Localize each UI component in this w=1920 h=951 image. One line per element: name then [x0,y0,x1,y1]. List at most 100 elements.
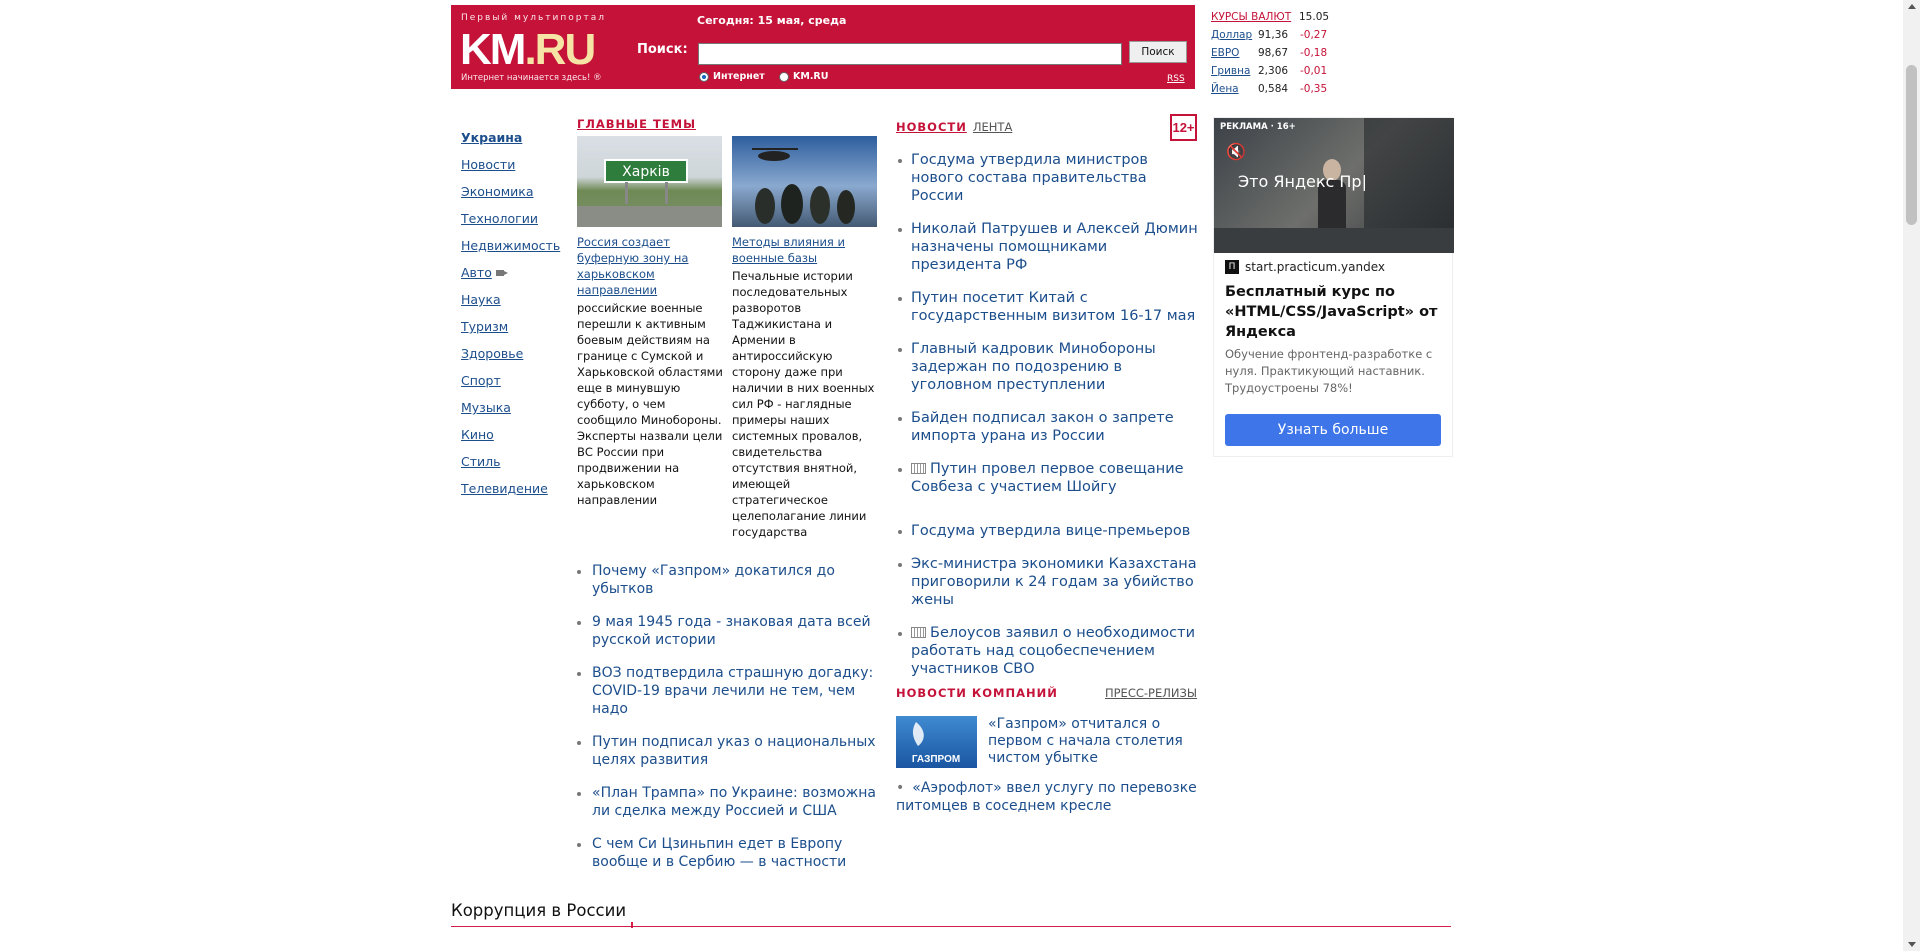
theme-image-soldiers[interactable] [732,136,877,227]
nav-item: Туризм [461,313,560,340]
ad-domain[interactable]: Пstart.practicum.yandex [1225,260,1385,274]
section-title-corruption[interactable]: Коррупция в России [451,901,626,920]
company-news-item[interactable]: «Газпром» отчитался о первом с начала ст… [988,716,1203,767]
nav-link-science[interactable]: Наука [461,292,501,307]
nav-link-health[interactable]: Здоровье [461,346,523,361]
page: Первый мультипортал KM.RU Интернет начин… [451,0,1454,951]
nav-link-economy[interactable]: Экономика [461,184,534,199]
site-logo[interactable]: KM.RU [460,25,596,74]
nav-link-music[interactable]: Музыка [461,400,511,415]
main-themes-title[interactable]: ГЛАВНЫЕ ТЕМЫ [577,117,696,131]
news-item[interactable]: Госдума утвердила вице-премьеров [896,522,1202,540]
theme-card: Харків Россия создает буферную зону на х… [577,136,723,508]
list-item[interactable]: ВОЗ подтвердила страшную догадку: COVID-… [577,664,881,718]
mute-icon[interactable]: 🔇 [1226,142,1246,161]
ad-cta-button[interactable]: Узнать больше [1225,414,1441,446]
yandex-ad[interactable]: РЕКЛАМА · 16+ 🔇 Это Яндекс Пр| Пstart.pr… [1213,117,1454,457]
list-item[interactable]: 9 мая 1945 года - знаковая дата всей рус… [577,613,881,649]
nav-item: Спорт [461,367,560,394]
search-button[interactable]: Поиск [1129,41,1187,63]
rate-change: -0,27 [1300,29,1328,41]
nav-link-auto[interactable]: Авто [461,265,492,280]
press-releases-link[interactable]: ПРЕСС-РЕЛИЗЫ [1105,686,1197,700]
news-tabs: НОВОСТИ ЛЕНТА [896,120,1012,134]
news-item[interactable]: Путин посетит Китай с государственным ви… [896,289,1202,325]
search-input[interactable] [698,43,1122,65]
scroll-up-arrow-icon[interactable] [1908,4,1916,9]
news-item[interactable]: Белоусов заявил о необходимости работать… [896,624,1202,678]
nav-link-style[interactable]: Стиль [461,454,501,469]
ad-headline[interactable]: Бесплатный курс по «HTML/CSS/JavaScript»… [1225,282,1445,342]
rate-row: Гривна 2,306 -0,01 [1211,62,1329,80]
ad-label: РЕКЛАМА · 16+ [1220,122,1296,132]
list-item[interactable]: С чем Си Цзиньпин едет в Европу вообще и… [577,835,881,871]
scroll-down-arrow-icon[interactable] [1908,942,1916,947]
nav-link-cinema[interactable]: Кино [461,427,494,442]
rate-value: 91,36 [1258,29,1289,41]
list-item[interactable]: Путин подписал указ о национальных целях… [577,733,881,769]
theme-image-kharkiv[interactable]: Харків [577,136,722,227]
nav-link-tourism[interactable]: Туризм [461,319,508,334]
nav-item: Авто [461,259,560,286]
nav-link-tech[interactable]: Технологии [461,211,538,226]
nav-item: Кино [461,421,560,448]
video-icon [911,627,926,638]
nav-item: Наука [461,286,560,313]
nav-item: Телевидение [461,475,560,502]
tab-feed[interactable]: ЛЕНТА [973,120,1012,134]
scrollbar-thumb[interactable] [1906,65,1917,225]
list-item[interactable]: Почему «Газпром» докатился до убытков [577,562,881,598]
rate-name[interactable]: Гривна [1211,65,1258,77]
nav-link-news[interactable]: Новости [461,157,515,172]
tagline: Интернет начинается здесь! ® [461,73,602,83]
page-scrollbar[interactable] [1903,0,1920,951]
search-label: Поиск: [637,42,688,57]
gazprom-logo-image[interactable]: ГАЗПРОМ [896,716,977,768]
list-item[interactable]: «План Трампа» по Украине: возможна ли сд… [577,784,881,820]
rss-link[interactable]: RSS [1167,74,1185,84]
gazprom-logo-text: ГАЗПРОМ [912,754,960,765]
rate-name[interactable]: ЕВРО [1211,47,1258,59]
news-item-text: Путин провел первое совещание Совбеза с … [911,461,1184,495]
section-divider [451,926,1451,927]
news-item[interactable]: Экс-министра экономики Казахстана пригов… [896,555,1202,609]
rate-value: 0,584 [1258,83,1289,95]
rate-name[interactable]: Йена [1211,83,1258,95]
theme-caption[interactable]: Методы влияния и военные базы [732,234,878,266]
news-item[interactable]: Госдума утвердила министров нового соста… [896,151,1202,205]
nav-item: Новости [461,151,560,178]
nav-link-realty[interactable]: Недвижимость [461,238,560,253]
logo-tld: .RU [524,25,596,74]
currency-rates: КУРСЫ ВАЛЮТ 15.05 Доллар 91,36 -0,27 ЕВРО 98… [1211,8,1329,98]
rate-row: ЕВРО 98,67 -0,18 [1211,44,1329,62]
news-item[interactable]: Главный кадровик Минобороны задержан по … [896,340,1202,394]
rates-title[interactable]: КУРСЫ ВАЛЮТ [1211,11,1299,23]
radio-checked-icon [699,71,709,82]
news-item[interactable]: Путин провел первое совещание Совбеза с … [896,460,1202,496]
company-news-item[interactable]: • «Аэрофлот» ввел услугу по перевозке пит… [896,779,1206,815]
radio-unchecked-icon [779,71,789,82]
main-themes-list: Почему «Газпром» докатился до убытков 9 … [577,562,881,886]
news-item[interactable]: Николай Патрушев и Алексей Дюмин назначе… [896,220,1202,274]
nav-link-ukraine[interactable]: Украина [461,130,522,145]
news-item[interactable]: Байден подписал закон о запрете импорта … [896,409,1202,445]
nav-link-tv[interactable]: Телевидение [461,481,548,496]
radio-kmru-label: KM.RU [793,71,829,82]
road-sign-text: Харків [622,164,670,180]
theme-caption[interactable]: Россия создает буферную зону на харьковс… [577,234,723,298]
tab-news[interactable]: НОВОСТИ [896,120,967,134]
ad-video[interactable]: РЕКЛАМА · 16+ 🔇 Это Яндекс Пр| [1214,118,1454,253]
section-nav: Украина Новости Экономика Технологии Нед… [461,124,560,502]
rate-name[interactable]: Доллар [1211,29,1258,41]
rate-change: -0,35 [1300,83,1328,95]
nav-link-sport[interactable]: Спорт [461,373,501,388]
nav-item: Стиль [461,448,560,475]
radio-internet[interactable]: Интернет [699,71,765,82]
nav-item: Здоровье [461,340,560,367]
gazprom-logo-graphic: ГАЗПРОМ [912,722,960,765]
video-icon [911,463,926,474]
bullet-icon: • [896,780,905,796]
theme-text: российские военные перешли к активным бо… [577,301,723,507]
practicum-icon: П [1225,260,1239,274]
radio-kmru[interactable]: KM.RU [779,71,828,82]
